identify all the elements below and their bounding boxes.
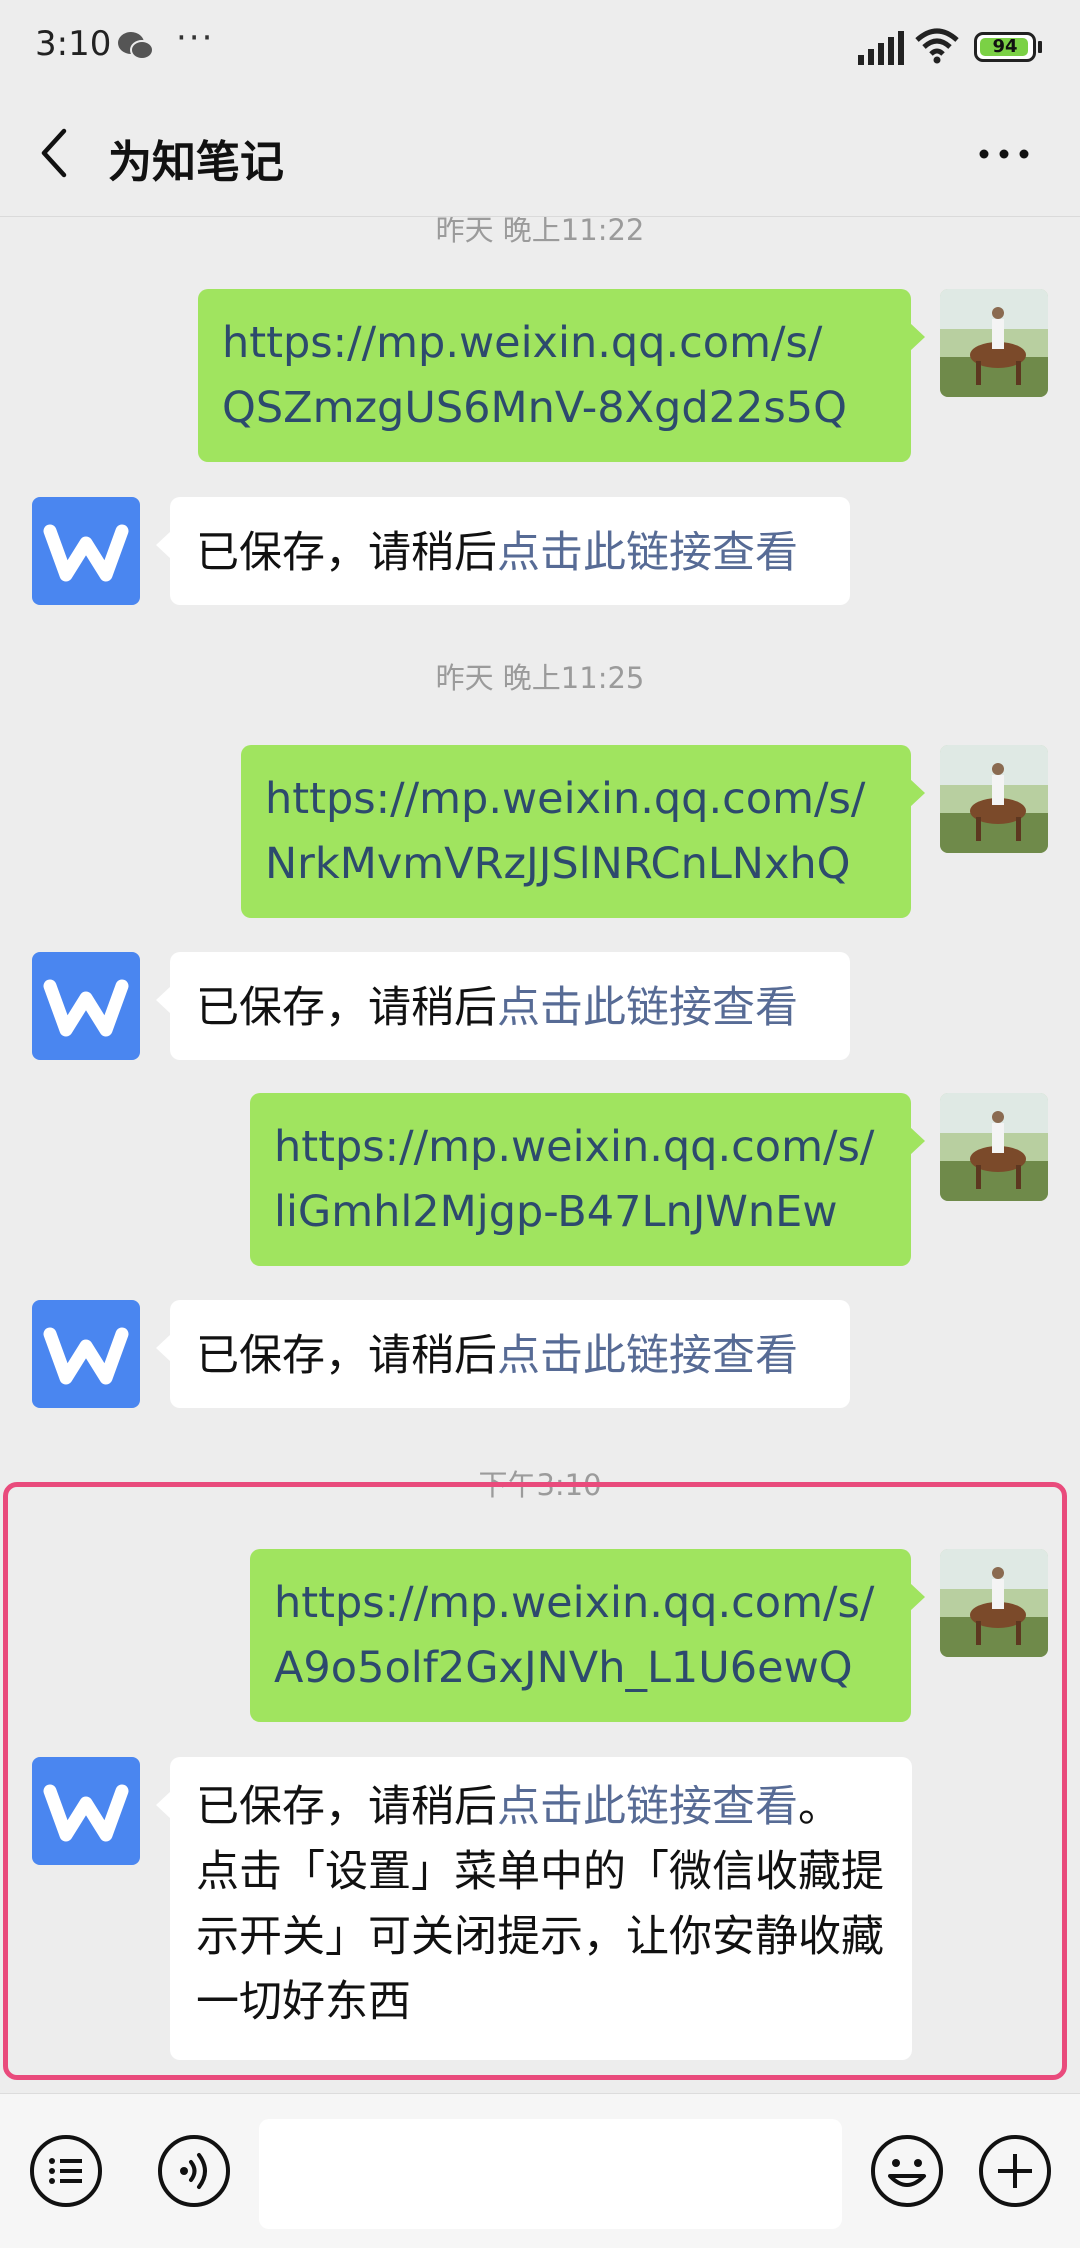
battery-tip — [1038, 41, 1042, 53]
sent-message-bubble[interactable]: https://mp.weixin.qq.com/s/ liGmhl2Mjgp-… — [250, 1093, 925, 1266]
message-timestamp: 昨天 晚上11:22 — [435, 217, 645, 247]
message-line: 示开关」可关闭提示，让你安静收藏 — [196, 1912, 884, 1962]
message-line: https://mp.weixin.qq.com/s/ — [274, 1578, 875, 1628]
voice-icon[interactable] — [157, 2134, 231, 2208]
status-time: 3:10 — [35, 24, 112, 64]
message-line: https://mp.weixin.qq.com/s/ — [222, 318, 823, 368]
user-avatar[interactable] — [940, 289, 1048, 397]
message-timestamp: 下午3:10 — [478, 1468, 602, 1502]
view-note-link[interactable]: 点击此链接查看 — [497, 983, 798, 1033]
status-more-dots: ··· — [176, 18, 215, 58]
received-message-bubble[interactable]: 已保存，请稍后点击此链接查看。 点击「设置」菜单中的「微信收藏提 示开关」可关闭… — [156, 1757, 912, 2060]
cellular-signal-icon — [858, 31, 904, 65]
wiz-app-avatar[interactable] — [32, 952, 140, 1060]
emoji-icon[interactable] — [870, 2134, 944, 2208]
message-line: QSZmzgUS6MnV-8Xgd22s5Q — [222, 383, 847, 433]
sent-message-bubble[interactable]: https://mp.weixin.qq.com/s/ QSZmzgUS6MnV… — [198, 289, 925, 462]
wechat-icon — [118, 32, 154, 60]
received-message-bubble[interactable]: 已保存，请稍后点击此链接查看 — [156, 952, 850, 1060]
wiz-app-avatar[interactable] — [32, 1757, 140, 1865]
more-dots-icon[interactable] — [976, 141, 1032, 167]
message-line: 点击「设置」菜单中的「微信收藏提 — [196, 1847, 884, 1897]
received-message-bubble[interactable]: 已保存，请稍后点击此链接查看 — [156, 497, 850, 605]
chevron-left-icon[interactable] — [34, 125, 74, 181]
user-avatar[interactable] — [940, 745, 1048, 853]
wiz-app-avatar[interactable] — [32, 497, 140, 605]
message-text: 已保存，请稍后 — [196, 1331, 497, 1381]
sent-message-bubble[interactable]: https://mp.weixin.qq.com/s/ A9o5olf2GxJN… — [250, 1549, 925, 1722]
message-text: 已保存，请稍后 — [196, 1782, 497, 1832]
received-message-bubble[interactable]: 已保存，请稍后点击此链接查看 — [156, 1300, 850, 1408]
sent-message-bubble[interactable]: https://mp.weixin.qq.com/s/ NrkMvmVRzJJS… — [241, 745, 925, 918]
menu-list-icon[interactable] — [29, 2134, 103, 2208]
message-text: 。 — [798, 1782, 841, 1832]
message-line: 一切好东西 — [196, 1977, 411, 2027]
message-text: 已保存，请稍后 — [196, 528, 497, 578]
page-title: 为知笔记 — [108, 137, 284, 188]
message-line: https://mp.weixin.qq.com/s/ — [274, 1122, 875, 1172]
message-timestamp: 昨天 晚上11:25 — [435, 661, 645, 695]
view-note-link[interactable]: 点击此链接查看 — [497, 1782, 798, 1832]
message-line: A9o5olf2GxJNVh_L1U6ewQ — [274, 1643, 853, 1693]
message-line: NrkMvmVRzJJSlNRCnLNxhQ — [265, 839, 851, 889]
wiz-app-avatar[interactable] — [32, 1300, 140, 1408]
user-avatar[interactable] — [940, 1093, 1048, 1201]
message-input[interactable] — [259, 2119, 842, 2229]
view-note-link[interactable]: 点击此链接查看 — [497, 528, 798, 578]
user-avatar[interactable] — [940, 1549, 1048, 1657]
view-note-link[interactable]: 点击此链接查看 — [497, 1331, 798, 1381]
message-line: liGmhl2Mjgp-B47LnJWnEw — [274, 1187, 838, 1237]
message-text: 已保存，请稍后 — [196, 983, 497, 1033]
battery-icon: 94 — [974, 32, 1036, 62]
chat-area[interactable]: 昨天 晚上11:22 https://mp.weixin.qq.com/s/ Q… — [0, 217, 1080, 2093]
message-line: 已保存，请稍后点击此链接查看。 — [196, 1775, 886, 1840]
plus-icon[interactable] — [978, 2134, 1052, 2208]
battery-percent: 94 — [992, 36, 1018, 57]
nav-bar: 为知笔记 — [0, 95, 1080, 217]
input-bar — [0, 2093, 1080, 2248]
status-bar: 3:10 ··· 94 — [0, 0, 1080, 95]
message-line: https://mp.weixin.qq.com/s/ — [265, 774, 866, 824]
wifi-icon — [915, 28, 959, 64]
